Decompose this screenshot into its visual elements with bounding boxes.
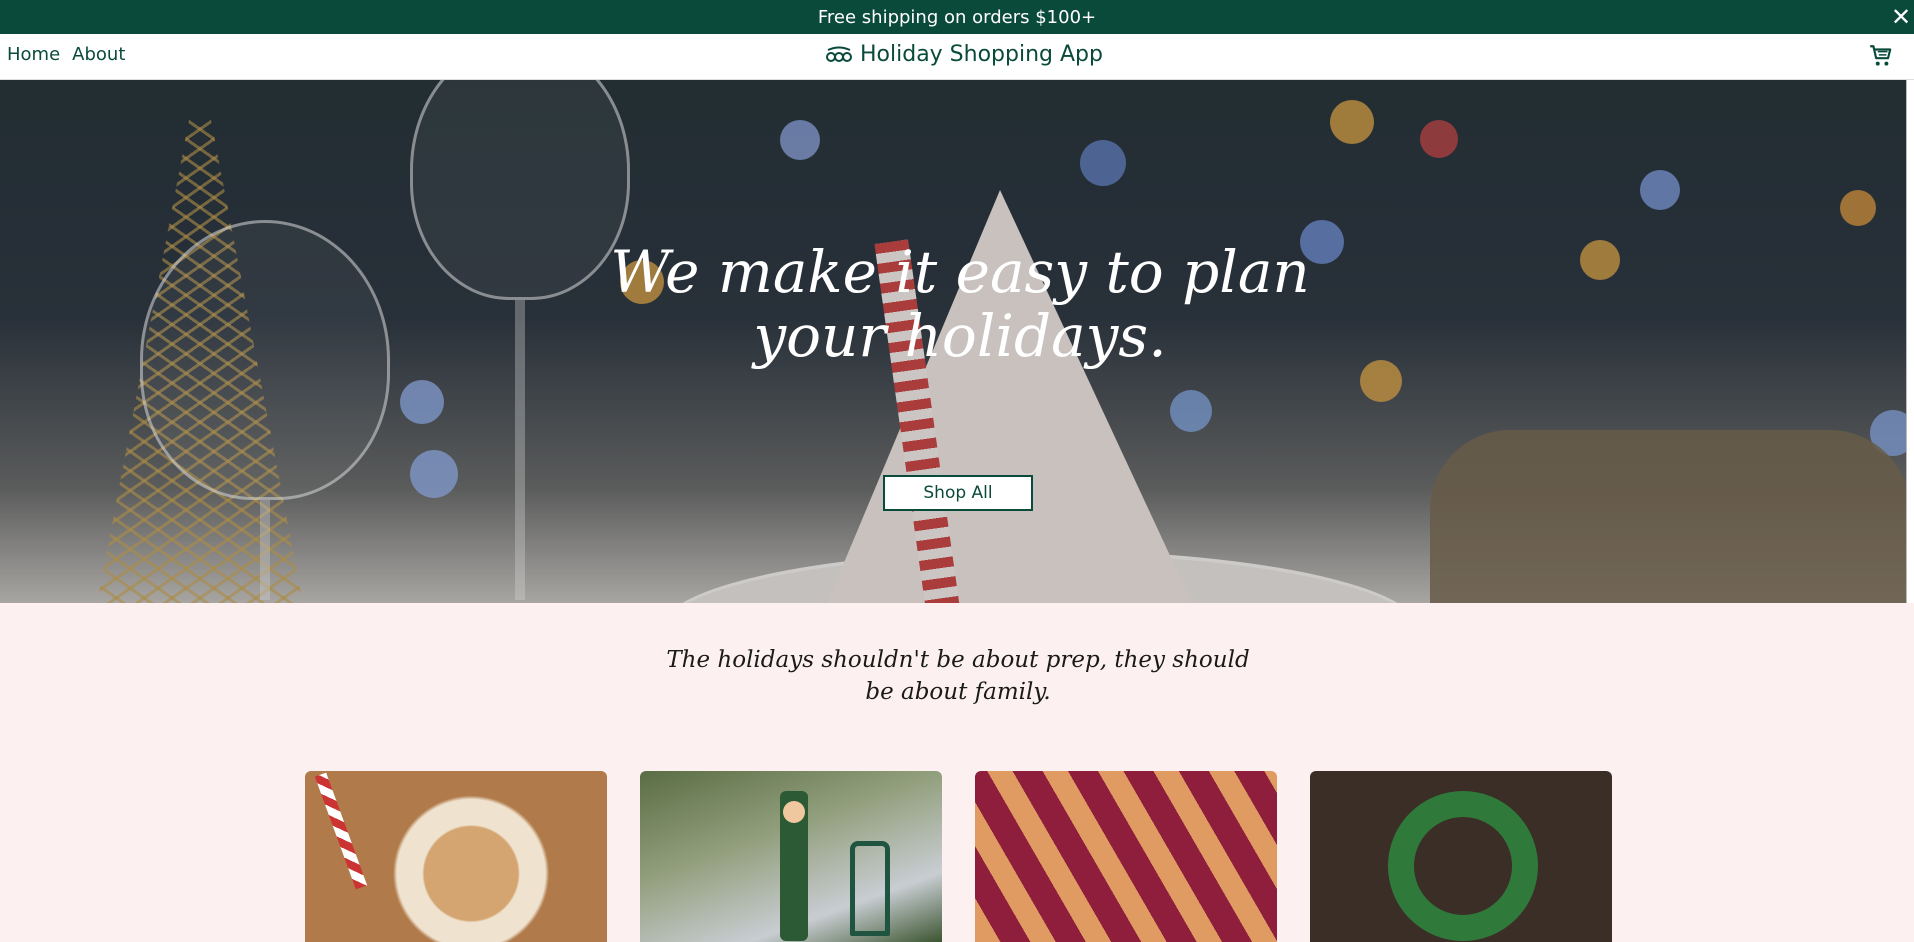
candy-cane-image bbox=[314, 772, 368, 890]
hero-heading: We make it easy to plan your holidays. bbox=[610, 238, 1310, 370]
brand-logo[interactable]: Holiday Shopping App bbox=[826, 42, 1103, 67]
wreath-image bbox=[1388, 791, 1538, 941]
nav-about-link[interactable]: About bbox=[72, 44, 125, 65]
category-cards bbox=[305, 771, 1612, 942]
hero-banner: We make it easy to plan your holidays. S… bbox=[0, 80, 1906, 603]
promo-text: Free shipping on orders $100+ bbox=[817, 6, 1097, 28]
shopping-cart-icon[interactable] bbox=[1868, 43, 1894, 69]
brand-name: Holiday Shopping App bbox=[860, 42, 1103, 67]
category-card-baking[interactable] bbox=[975, 771, 1277, 942]
sleigh-bells-icon bbox=[826, 46, 852, 62]
lantern-image bbox=[850, 841, 890, 936]
tagline: The holidays shouldn't be about prep, th… bbox=[666, 647, 1250, 705]
shop-all-button[interactable]: Shop All bbox=[883, 475, 1033, 511]
nav-home-link[interactable]: Home bbox=[7, 44, 60, 65]
scrollbar[interactable] bbox=[1906, 80, 1914, 603]
category-card-cookies[interactable] bbox=[305, 771, 607, 942]
top-navbar: Home About Holiday Shopping App bbox=[0, 34, 1914, 80]
promo-banner: Free shipping on orders $100+ ✕ bbox=[0, 0, 1914, 34]
category-card-decor[interactable] bbox=[640, 771, 942, 942]
close-icon[interactable]: ✕ bbox=[1888, 4, 1914, 30]
nav-links: Home About bbox=[7, 44, 125, 65]
category-card-wreaths[interactable] bbox=[1310, 771, 1612, 942]
